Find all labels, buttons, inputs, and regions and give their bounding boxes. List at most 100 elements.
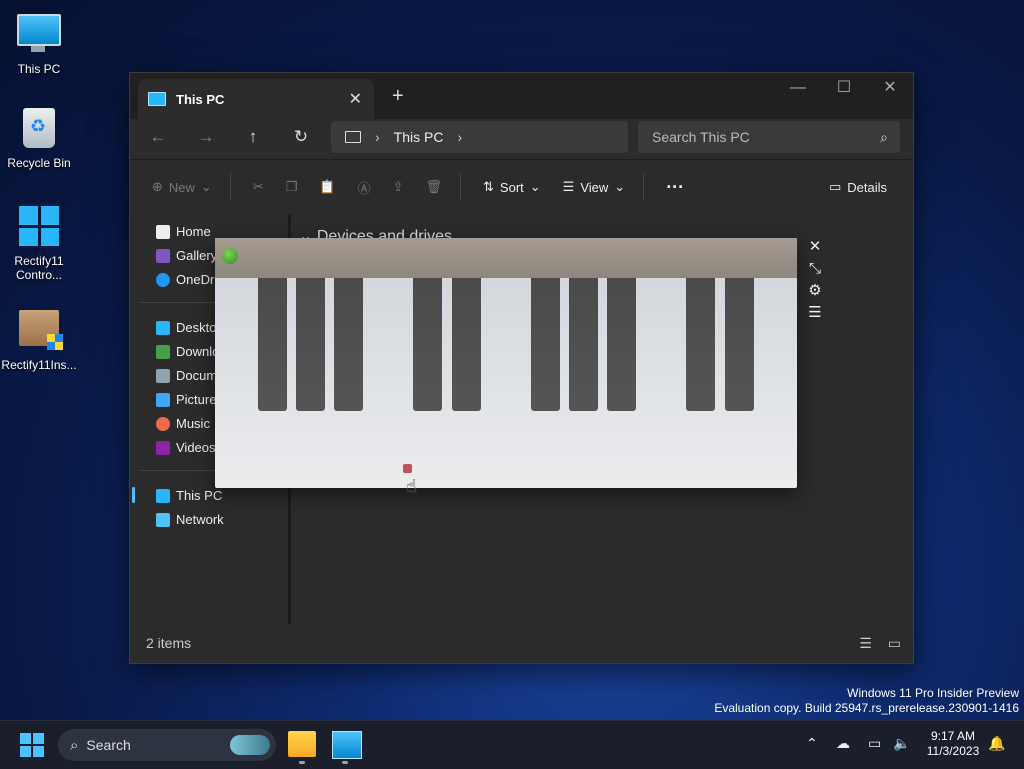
- file-explorer-taskbar-icon[interactable]: [288, 731, 316, 757]
- search-icon: ⌕: [880, 128, 888, 145]
- details-pane-icon: ▭: [828, 179, 842, 194]
- sidebar-item-music[interactable]: Music: [156, 416, 210, 431]
- network-icon[interactable]: ▭: [868, 735, 881, 752]
- desktop-icon: [156, 320, 170, 335]
- taskbar-search-label: Search: [86, 737, 131, 753]
- start-button[interactable]: [20, 733, 44, 757]
- menu-icon[interactable]: ☰: [805, 304, 825, 322]
- piano-black-key[interactable]: [725, 278, 754, 411]
- shrink-icon[interactable]: ⤡: [805, 260, 825, 278]
- gear-icon[interactable]: ⚙: [805, 282, 825, 300]
- close-window-button[interactable]: ✕: [870, 77, 910, 99]
- desktop-icon-rectify11-installer[interactable]: Rectify11Ins...: [0, 306, 78, 372]
- share-icon[interactable]: ⇪: [393, 179, 404, 195]
- chevron-right-icon[interactable]: ›: [457, 129, 462, 145]
- close-tab-icon[interactable]: ✕: [349, 89, 362, 109]
- music-icon: [156, 416, 170, 431]
- sidebar-item-pictures[interactable]: Pictures: [156, 392, 223, 407]
- this-pc-icon: [148, 92, 166, 106]
- new-tab-button[interactable]: +: [392, 85, 404, 108]
- minimize-button[interactable]: —: [778, 77, 818, 99]
- desktop-icon-label: Rectify11 Contro...: [14, 254, 64, 282]
- search-box[interactable]: Search This PC ⌕: [638, 121, 900, 153]
- installer-box-icon: [17, 310, 63, 354]
- volume-muted-icon[interactable]: 🔈: [893, 735, 910, 752]
- sort-label: Sort: [499, 179, 524, 195]
- taskbar: ⌕ Search ⌃ ☁ ▭ 🔈 9:17 AM 11/3/2023 🔔: [0, 720, 1024, 769]
- sidebar-item-label: Network: [176, 512, 224, 527]
- sidebar-item-label: This PC: [176, 488, 223, 503]
- status-dot-icon: [222, 248, 238, 264]
- recycle-bin-icon: [17, 108, 61, 152]
- paste-icon[interactable]: 📋: [319, 179, 335, 195]
- sort-button[interactable]: ⇅ Sort ⌄: [483, 179, 541, 195]
- piano-black-key[interactable]: [296, 278, 325, 411]
- cloud-icon: [156, 272, 170, 287]
- piano-black-key[interactable]: [258, 278, 287, 411]
- view-label: View: [580, 179, 609, 195]
- chevron-right-icon[interactable]: ›: [375, 129, 380, 145]
- tiles-view-icon[interactable]: ▭: [888, 635, 901, 652]
- details-label: Details: [847, 179, 887, 195]
- maximize-button[interactable]: ☐: [824, 77, 864, 99]
- onedrive-offline-icon[interactable]: ☁: [836, 735, 850, 752]
- sidebar-item-this-pc[interactable]: This PC: [156, 488, 222, 503]
- piano-side-toolbar: ✕ ⤡ ⚙ ☰: [805, 238, 827, 322]
- sidebar-item-videos[interactable]: Videos: [156, 440, 216, 455]
- tab-this-pc[interactable]: This PC ✕: [138, 79, 374, 119]
- sort-icon: ⇅: [483, 179, 494, 194]
- piano-black-key[interactable]: [334, 278, 363, 411]
- piano-black-key[interactable]: [607, 278, 636, 411]
- date: 11/3/2023: [926, 744, 980, 758]
- gallery-icon: [156, 248, 170, 263]
- sidebar-item-label: Home: [176, 224, 211, 239]
- chevron-up-icon[interactable]: ⌃: [806, 735, 818, 752]
- sidebar-item-gallery[interactable]: Gallery: [156, 248, 217, 263]
- rename-icon[interactable]: Ⓐ: [358, 178, 371, 197]
- view-button[interactable]: ☰ View ⌄: [563, 179, 626, 195]
- piano-black-key[interactable]: [452, 278, 481, 411]
- desktop-icon-recycle-bin[interactable]: Recycle Bin: [0, 108, 78, 170]
- search-highlight-icon: [230, 735, 270, 755]
- desktop-icon-label: This PC: [17, 62, 61, 76]
- desktop-icon-label: Rectify11Ins...: [1, 358, 77, 372]
- search-input[interactable]: Search This PC: [652, 129, 880, 145]
- this-pc-icon: [156, 488, 170, 503]
- back-arrow-icon[interactable]: ←: [146, 127, 170, 147]
- details-view-icon[interactable]: ☰: [859, 635, 872, 652]
- watermark-line: Windows 11 Pro Insider Preview: [847, 686, 1019, 700]
- video-icon: [156, 440, 170, 455]
- divider: [460, 173, 462, 201]
- new-button[interactable]: ⊕ New ⌄: [152, 179, 212, 195]
- delete-icon[interactable]: 🗑: [426, 179, 443, 195]
- watermark-line: Evaluation copy. Build 25947.rs_prerelea…: [714, 701, 1019, 715]
- notification-bell-icon[interactable]: 🔔: [988, 735, 1005, 752]
- monitor-small-icon: [345, 131, 361, 143]
- close-icon[interactable]: ✕: [805, 238, 825, 256]
- piano-black-key[interactable]: [686, 278, 715, 411]
- forward-arrow-icon[interactable]: →: [194, 127, 218, 147]
- refresh-icon[interactable]: ↻: [289, 127, 313, 147]
- this-pc-taskbar-icon[interactable]: [332, 731, 362, 759]
- network-icon: [156, 512, 170, 527]
- monitor-icon: [17, 14, 61, 58]
- taskbar-search[interactable]: ⌕ Search: [58, 729, 276, 761]
- address-bar[interactable]: › This PC ›: [331, 121, 628, 153]
- sidebar-item-desktop[interactable]: Desktop: [156, 320, 224, 335]
- sidebar-item-network[interactable]: Network: [156, 512, 224, 527]
- clock[interactable]: 9:17 AM 11/3/2023: [918, 729, 988, 759]
- copy-icon[interactable]: ❐: [286, 179, 298, 195]
- cut-icon[interactable]: ✂: [253, 179, 264, 195]
- piano-titlebar[interactable]: [215, 238, 797, 278]
- address-location[interactable]: This PC: [394, 129, 444, 145]
- desktop-icon-rectify11-control[interactable]: Rectify11 Contro...: [0, 206, 78, 282]
- desktop-icon-this-pc[interactable]: This PC: [0, 10, 78, 76]
- details-button[interactable]: ▭ Details: [829, 179, 887, 195]
- sidebar-item-home[interactable]: Home: [156, 224, 211, 239]
- piano-black-key[interactable]: [569, 278, 598, 411]
- piano-black-key[interactable]: [531, 278, 560, 411]
- piano-black-key[interactable]: [413, 278, 442, 411]
- up-arrow-icon[interactable]: ↑: [241, 127, 265, 147]
- more-options-button[interactable]: ···: [666, 177, 684, 198]
- command-bar: ⊕ New ⌄ ✂ ❐ 📋 Ⓐ ⇪ 🗑 ⇅ Sort ⌄ ☰ View ⌄ ··· ▭ Det…: [130, 159, 913, 215]
